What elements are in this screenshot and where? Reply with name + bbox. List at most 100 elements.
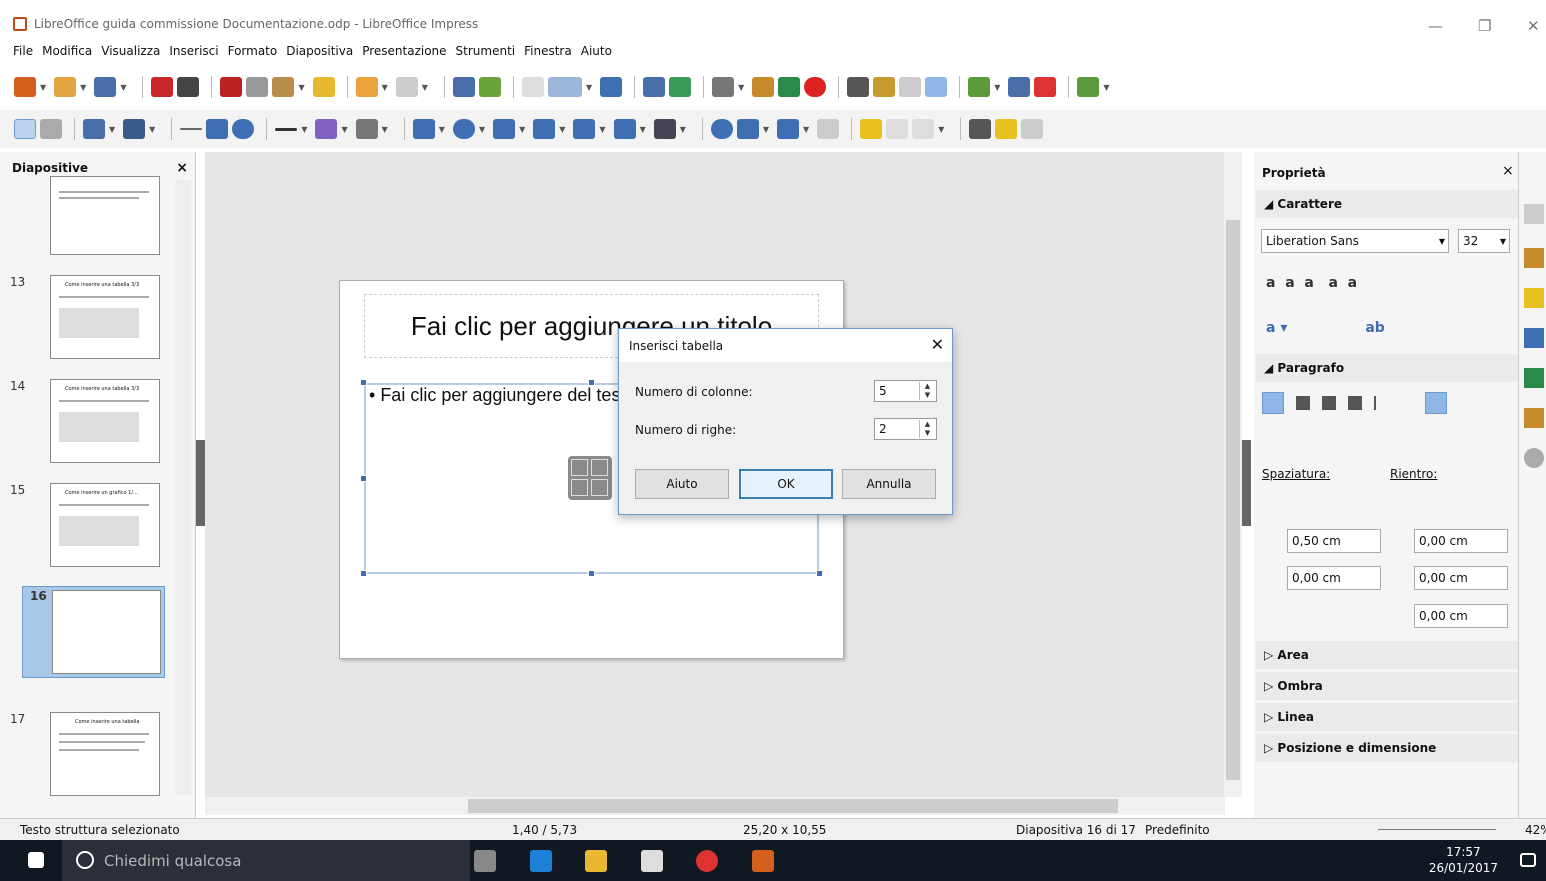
redo-icon[interactable] [395, 77, 418, 97]
file-explorer-icon[interactable] [585, 850, 607, 872]
align-top-icon[interactable] [1425, 392, 1447, 414]
sidebar-collapse-handle[interactable] [1242, 440, 1251, 526]
selection-handle[interactable] [588, 379, 595, 386]
master-slide-icon[interactable] [600, 77, 623, 97]
paste-icon[interactable] [272, 77, 295, 97]
lines-arrows-dropdown-icon[interactable]: ▼ [301, 125, 307, 134]
menu-finestra[interactable]: Finestra [524, 44, 572, 58]
close-sidebar-icon[interactable]: × [1502, 163, 1514, 179]
chart-icon[interactable] [804, 77, 827, 97]
menu-inserisci[interactable]: Inserisci [169, 44, 218, 58]
align-icon[interactable] [736, 119, 759, 139]
indent-before-field[interactable]: 0,00 cm [1414, 529, 1508, 553]
help-button[interactable]: Aiuto [635, 469, 729, 499]
image-icon[interactable] [752, 77, 775, 97]
align-left-icon[interactable] [1262, 392, 1284, 414]
display-views-icon[interactable] [547, 77, 582, 97]
indent-after-field[interactable]: 0,00 cm [1414, 566, 1508, 590]
chevron-down-icon[interactable]: ▼ [1439, 237, 1445, 246]
line-color-dropdown-icon[interactable]: ▼ [109, 125, 115, 134]
menu-strumenti[interactable]: Strumenti [456, 44, 516, 58]
start-presentation-icon[interactable] [643, 77, 666, 97]
section-carattere[interactable]: ◢ Carattere [1256, 190, 1518, 218]
columns-spinbox[interactable]: 5 ▲ ▼ [874, 380, 937, 402]
basic-shapes-icon[interactable] [412, 119, 435, 139]
table-icon[interactable] [712, 77, 735, 97]
align-dropdown-icon[interactable]: ▼ [763, 125, 769, 134]
zoom-slider[interactable] [1378, 829, 1496, 830]
font-size-select[interactable]: 32 ▼ [1458, 229, 1510, 253]
master-slides-tab-icon[interactable] [1524, 328, 1544, 348]
close-pane-icon[interactable]: × [176, 160, 188, 176]
filter-icon[interactable] [912, 119, 935, 139]
scroll-thumb[interactable] [468, 799, 1118, 813]
menu-formato[interactable]: Formato [228, 44, 278, 58]
flowchart-icon[interactable] [533, 119, 556, 139]
slide-layout-dropdown-icon[interactable]: ▼ [1103, 83, 1109, 92]
dialog-close-icon[interactable]: ✕ [931, 335, 944, 354]
paste-dropdown-icon[interactable]: ▼ [298, 83, 304, 92]
symbol-shapes-dropdown-icon[interactable]: ▼ [479, 125, 485, 134]
undo-dropdown-icon[interactable]: ▼ [382, 83, 388, 92]
search-box[interactable]: Chiedimi qualcosa [62, 840, 470, 881]
symbol-shapes-icon[interactable] [452, 119, 475, 139]
section-ombra[interactable]: ▷ Ombra [1256, 672, 1518, 700]
save-icon[interactable] [94, 77, 117, 97]
line-color-icon[interactable] [83, 119, 105, 139]
selection-handle[interactable] [360, 570, 367, 577]
slides-pane-scrollbar[interactable] [175, 180, 191, 795]
store-icon[interactable] [641, 850, 663, 872]
selection-handle[interactable] [360, 379, 367, 386]
insert-video-icon[interactable] [591, 479, 608, 496]
open-icon[interactable] [54, 77, 77, 97]
menu-diapositiva[interactable]: Diapositiva [286, 44, 353, 58]
pane-collapse-handle[interactable] [196, 440, 205, 526]
arrange-icon[interactable] [777, 119, 800, 139]
toggle-extrusion-icon[interactable] [1021, 119, 1044, 139]
spin-arrows-icon[interactable]: ▲ ▼ [919, 382, 935, 400]
editor-vertical-scrollbar[interactable] [1224, 152, 1242, 797]
close-window-icon[interactable]: ✕ [1527, 17, 1540, 35]
print-icon[interactable] [177, 77, 200, 97]
scroll-thumb[interactable] [1226, 220, 1240, 780]
select-icon[interactable] [14, 119, 36, 139]
selection-handle[interactable] [816, 570, 823, 577]
character-format-icons[interactable]: a a a a a [1266, 275, 1506, 293]
section-posizione[interactable]: ▷ Posizione e dimensione [1256, 734, 1518, 762]
spelling-icon[interactable] [478, 77, 501, 97]
rotate-icon[interactable] [710, 119, 733, 139]
arrange-dropdown-icon[interactable]: ▼ [803, 125, 809, 134]
libreoffice-impress-taskbar-icon[interactable] [752, 850, 774, 872]
new-slide-dropdown-icon[interactable]: ▼ [994, 83, 1000, 92]
above-spacing-field[interactable]: 0,50 cm [1287, 529, 1381, 553]
styles-tab-icon[interactable] [1524, 368, 1544, 388]
font-name-select[interactable]: Liberation Sans ▼ [1261, 229, 1449, 253]
insert-image-icon[interactable] [571, 479, 588, 496]
menu-visualizza[interactable]: Visualizza [101, 44, 160, 58]
basic-shapes-dropdown-icon[interactable]: ▼ [439, 125, 445, 134]
open-dropdown-icon[interactable]: ▼ [80, 83, 86, 92]
chevron-down-icon[interactable]: ▼ [1500, 237, 1506, 246]
cancel-button[interactable]: Annulla [842, 469, 936, 499]
delete-slide-icon[interactable] [1034, 77, 1057, 97]
section-paragrafo[interactable]: ◢ Paragrafo [1256, 354, 1518, 382]
gallery-tab-icon[interactable] [1524, 408, 1544, 428]
glue-points-icon[interactable] [995, 119, 1018, 139]
fill-color-icon[interactable] [123, 119, 146, 139]
insert-table-icon[interactable] [571, 459, 588, 476]
insert-line-icon[interactable] [180, 128, 203, 130]
first-line-indent-field[interactable]: 0,00 cm [1414, 604, 1508, 628]
shadow-icon[interactable] [860, 119, 883, 139]
task-view-icon[interactable] [474, 850, 496, 872]
save-dropdown-icon[interactable]: ▼ [120, 83, 126, 92]
below-spacing-field[interactable]: 0,00 cm [1287, 566, 1381, 590]
align-icons[interactable] [1296, 396, 1376, 410]
export-pdf-icon[interactable] [151, 77, 174, 97]
navigator-tab-icon[interactable] [1524, 448, 1544, 468]
redo-dropdown-icon[interactable]: ▼ [422, 83, 428, 92]
menu-file[interactable]: File [13, 44, 33, 58]
ellipse-icon[interactable] [232, 119, 255, 139]
block-arrows-icon[interactable] [493, 119, 516, 139]
duplicate-slide-icon[interactable] [1008, 77, 1031, 97]
rectangle-icon[interactable] [206, 119, 229, 139]
